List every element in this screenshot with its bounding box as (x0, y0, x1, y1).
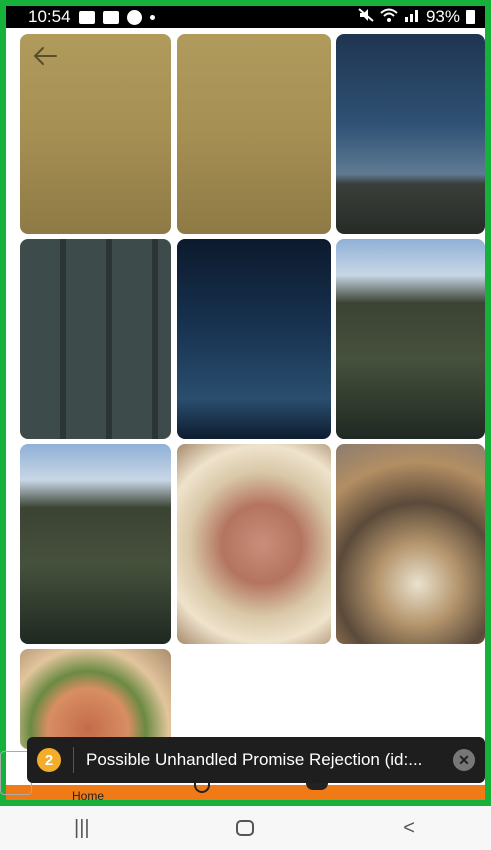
battery-percent: 93% (425, 7, 460, 26)
photo-tile[interactable] (20, 444, 171, 644)
battery-icon (466, 10, 475, 24)
system-nav-bar: ||| < (0, 806, 491, 850)
toast-divider (73, 747, 74, 773)
status-bar: 10:54 93% (6, 6, 485, 28)
image-icon (78, 10, 95, 24)
recents-button[interactable]: ||| (52, 813, 112, 843)
cloud-icon (102, 10, 119, 24)
back-arrow-icon[interactable] (32, 46, 58, 66)
home-icon (236, 820, 255, 836)
toast-count-badge: 2 (37, 748, 61, 772)
photo-tile[interactable] (336, 444, 485, 644)
close-icon[interactable]: ✕ (453, 749, 475, 771)
tab-home[interactable]: Home (72, 789, 104, 800)
photo-tile[interactable] (336, 34, 485, 234)
photo-tile[interactable] (20, 239, 171, 439)
app-frame: 10:54 93% Home (0, 0, 491, 806)
photo-tile[interactable] (177, 239, 331, 439)
bottom-tab-bar: Home (6, 783, 485, 800)
user-icon[interactable] (306, 783, 328, 790)
toast-message: Possible Unhandled Promise Rejection (id… (86, 750, 423, 769)
back-button[interactable]: < (379, 813, 439, 843)
photo-tile[interactable] (20, 649, 171, 749)
home-button[interactable] (215, 813, 275, 843)
photo-tile[interactable] (336, 239, 485, 439)
photo-tile[interactable] (177, 34, 331, 234)
photo-tile[interactable] (177, 444, 331, 644)
wifi-icon (380, 7, 398, 27)
search-icon[interactable] (194, 783, 210, 793)
app-icon (126, 9, 142, 25)
error-toast[interactable]: 2 Possible Unhandled Promise Rejection (… (27, 737, 485, 783)
signal-icon (404, 7, 420, 27)
dot-icon (149, 14, 155, 20)
mute-icon (358, 7, 374, 27)
photo-tile[interactable] (20, 34, 171, 234)
status-time: 10:54 (28, 7, 71, 26)
